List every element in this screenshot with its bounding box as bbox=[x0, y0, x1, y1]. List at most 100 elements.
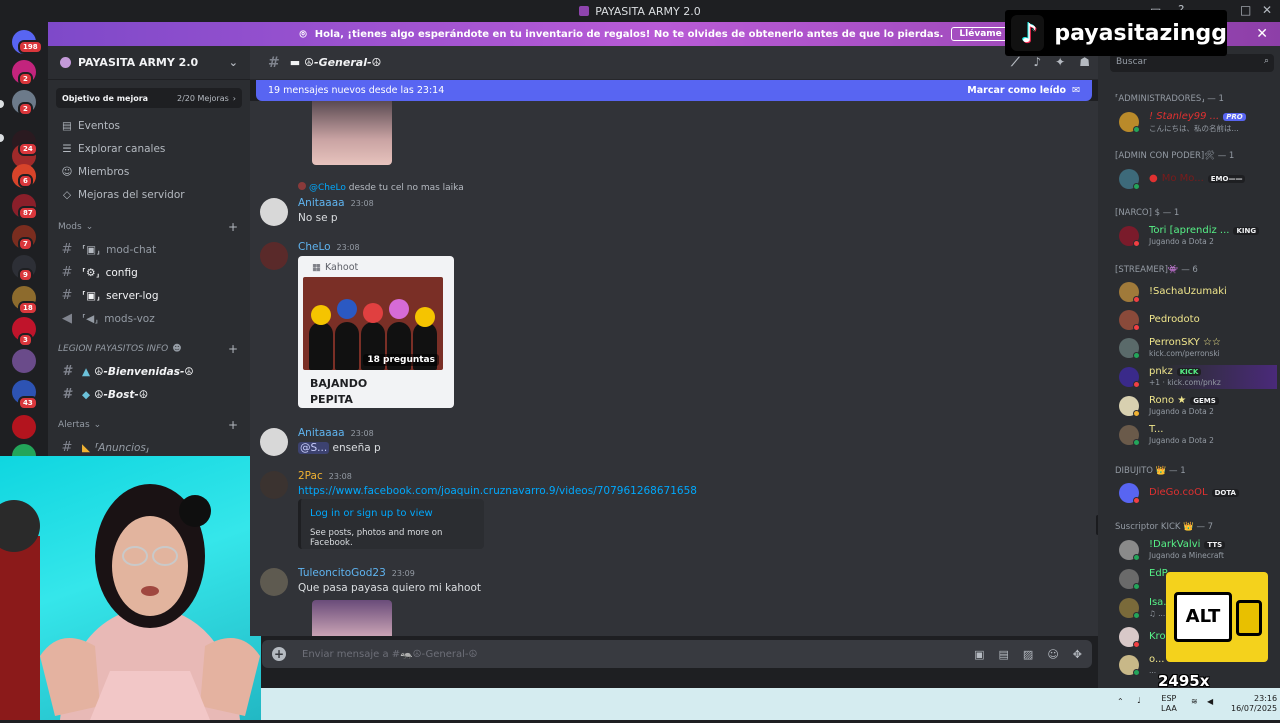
member-name[interactable]: !DarkValvi TTS bbox=[1149, 539, 1226, 550]
message-author[interactable]: Anitaaaa 23:08 bbox=[298, 197, 374, 209]
add-attachment-icon[interactable]: + bbox=[272, 647, 286, 661]
member-item[interactable]: DieGo.coOL DOTA bbox=[1119, 481, 1277, 505]
avatar[interactable] bbox=[260, 198, 288, 226]
category-mods[interactable]: Mods ⌄ + bbox=[48, 216, 250, 238]
member-item[interactable]: !DarkValvi TTS Jugando a Minecraft bbox=[1119, 538, 1277, 562]
member-name[interactable]: Rono ★ GEMS bbox=[1149, 395, 1219, 406]
category-alertas[interactable]: Alertas ⌄ + bbox=[48, 414, 250, 436]
member-item[interactable]: ! Stanley99 ... PRO こんにちは、私の名前は... bbox=[1119, 110, 1277, 134]
member-name[interactable]: PerronSKY ☆☆ bbox=[1149, 337, 1221, 348]
member-item[interactable]: Tori [aprendiz ... KING Jugando a Dota 2 bbox=[1119, 224, 1277, 248]
clock[interactable]: 23:16 16/07/2025 bbox=[1231, 694, 1277, 714]
threads-icon[interactable]: ⟋ bbox=[1011, 55, 1019, 70]
member-name[interactable]: T... bbox=[1149, 424, 1163, 435]
emoji-icon[interactable]: ☺ bbox=[1047, 648, 1058, 661]
message-author[interactable]: CheLo 23:08 bbox=[298, 241, 360, 253]
reply-mention[interactable]: @CheLo bbox=[309, 183, 346, 193]
kahoot-thumbnail[interactable]: 18 preguntas bbox=[303, 277, 443, 370]
wifi-icon[interactable]: ≋ bbox=[1191, 697, 1198, 706]
add-channel-icon[interactable]: + bbox=[228, 418, 238, 432]
channel-config[interactable]: # ⸢⚙⸥ config bbox=[48, 261, 250, 284]
close-window-button[interactable]: ✕ bbox=[1262, 3, 1272, 17]
channel-mods-voz[interactable]: ◀ ⸢◀⸥ mods-voz bbox=[48, 307, 250, 330]
user-mention[interactable]: @S... bbox=[298, 442, 330, 454]
member-name[interactable]: Pedrodoto bbox=[1149, 314, 1200, 325]
member-name[interactable]: pnkz KICK bbox=[1149, 366, 1202, 377]
avatar[interactable] bbox=[260, 428, 288, 456]
member-name[interactable]: ● Mo Mo... EMO—— bbox=[1149, 173, 1246, 184]
member-item[interactable]: !SachaUzumaki bbox=[1119, 280, 1277, 304]
status-dot bbox=[1133, 612, 1140, 619]
new-messages-bar[interactable]: 19 mensajes nuevos desde las 23:14 Marca… bbox=[256, 80, 1092, 101]
sticker-icon[interactable]: ▨ bbox=[1023, 648, 1033, 661]
badge: 7 bbox=[18, 237, 33, 251]
avatar[interactable] bbox=[260, 568, 288, 596]
message-composer[interactable]: + Enviar mensaje a #🦡☮-General-☮ ▣ ▤ ▨ ☺… bbox=[262, 640, 1092, 668]
member-item[interactable]: PerronSKY ☆☆ kick.com/perronski bbox=[1119, 336, 1277, 360]
kahoot-embed[interactable]: ▦ Kahoot 18 preguntas BAJANDO PEPITA bbox=[298, 256, 454, 408]
nav-members[interactable]: ☺ Miembros bbox=[48, 160, 250, 183]
message-author[interactable]: Anitaaaa 23:08 bbox=[298, 427, 374, 439]
channel-mod-chat[interactable]: # ⸢▣⸥ mod-chat bbox=[48, 238, 250, 261]
author-name[interactable]: 2Pac bbox=[298, 470, 323, 482]
gift-icon[interactable]: ▣ bbox=[974, 648, 984, 661]
server-icon[interactable] bbox=[12, 415, 36, 439]
nav-browse-channels[interactable]: ☰ Explorar canales bbox=[48, 137, 250, 160]
channel-server-log[interactable]: # ⸢▣⸥ server-log bbox=[48, 284, 250, 307]
member-name[interactable]: Tori [aprendiz ... KING bbox=[1149, 225, 1260, 236]
image-attachment[interactable] bbox=[312, 101, 392, 165]
author-name[interactable]: Anitaaaa bbox=[298, 427, 345, 439]
author-name[interactable]: TuleoncitoGod23 bbox=[298, 567, 386, 579]
message-author[interactable]: TuleoncitoGod23 23:09 bbox=[298, 567, 415, 579]
member-name[interactable]: !SachaUzumaki bbox=[1149, 286, 1227, 297]
message-author[interactable]: 2Pac 23:08 bbox=[298, 470, 352, 482]
pin-icon[interactable]: ✦ bbox=[1055, 55, 1065, 70]
author-name[interactable]: CheLo bbox=[298, 241, 331, 253]
channel-bost[interactable]: # ◆ ☮-Bost-☮ bbox=[48, 383, 250, 406]
avatar[interactable] bbox=[260, 242, 288, 270]
member-name[interactable]: DieGo.coOL DOTA bbox=[1149, 487, 1239, 498]
server-header[interactable]: PAYASITA ARMY 2.0 ⌄ bbox=[48, 46, 250, 80]
member-item[interactable]: ● Mo Mo... EMO—— bbox=[1119, 167, 1277, 191]
close-icon[interactable]: ✕ bbox=[1256, 26, 1268, 42]
bell-off-icon[interactable]: ♪ bbox=[1034, 55, 1042, 70]
embed-title[interactable]: BAJANDO PEPITA bbox=[310, 376, 390, 408]
add-channel-icon[interactable]: + bbox=[228, 342, 238, 356]
embed-title[interactable]: Log in or sign up to view bbox=[310, 508, 433, 519]
browse-icon: ☰ bbox=[62, 142, 72, 155]
nav-events[interactable]: ▤ Eventos bbox=[48, 114, 250, 137]
message-link[interactable]: https://www.facebook.com/joaquin.cruznav… bbox=[298, 485, 697, 497]
composer-placeholder[interactable]: Enviar mensaje a #🦡☮-General-☮ bbox=[302, 649, 478, 660]
language-indicator[interactable]: ESP LAA bbox=[1161, 694, 1177, 714]
mark-read-button[interactable]: Marcar como leído bbox=[967, 85, 1066, 96]
search-input[interactable]: Buscar ⌕ bbox=[1110, 54, 1274, 72]
member-item[interactable]: T... Jugando a Dota 2 bbox=[1119, 423, 1277, 447]
reply-preview[interactable]: @CheLo desde tu cel no mas laika bbox=[298, 182, 464, 193]
maximize-button[interactable]: □ bbox=[1240, 3, 1251, 17]
member-item[interactable]: Pedrodoto bbox=[1119, 308, 1277, 332]
member-item[interactable]: pnkz KICK +1 · kick.com/pnkz bbox=[1119, 365, 1277, 389]
channel-sidebar: PAYASITA ARMY 2.0 ⌄ Objetivo de mejora 2… bbox=[48, 46, 250, 456]
nav-server-boost[interactable]: ◇ Mejoras del servidor bbox=[48, 183, 250, 206]
microphone-icon[interactable]: ♩ bbox=[1137, 696, 1141, 705]
gear-icon: ⸢⚙⸥ bbox=[82, 266, 100, 279]
volume-icon[interactable]: ◀ bbox=[1207, 697, 1213, 706]
channel-bienvenidas[interactable]: # ▲ ☮-Bienvenidas-☮ bbox=[48, 360, 250, 383]
member-item[interactable]: Rono ★ GEMS Jugando a Dota 2 bbox=[1119, 394, 1277, 418]
image-attachment[interactable] bbox=[312, 600, 392, 636]
author-name[interactable]: Anitaaaa bbox=[298, 197, 345, 209]
clock-date: 16/07/2025 bbox=[1231, 704, 1278, 713]
member-name[interactable]: o... bbox=[1149, 654, 1164, 665]
chevron-right-icon: › bbox=[232, 93, 236, 103]
avatar[interactable] bbox=[260, 471, 288, 499]
chevron-up-icon[interactable]: ⌃ bbox=[1117, 697, 1124, 706]
gem-icon: ◆ bbox=[82, 388, 91, 401]
server-icon[interactable] bbox=[12, 349, 36, 373]
add-channel-icon[interactable]: + bbox=[228, 220, 238, 234]
apps-icon[interactable]: ✥ bbox=[1073, 648, 1082, 661]
boost-goal-bar[interactable]: Objetivo de mejora 2/20 Mejoras › bbox=[56, 88, 242, 108]
category-legion[interactable]: LEGION PAYASITOS INFO ☻ + bbox=[48, 338, 250, 360]
gif-icon[interactable]: ▤ bbox=[999, 648, 1009, 661]
member-name[interactable]: ! Stanley99 ... PRO bbox=[1149, 111, 1246, 122]
member-list-icon[interactable]: ☗ bbox=[1079, 55, 1090, 70]
